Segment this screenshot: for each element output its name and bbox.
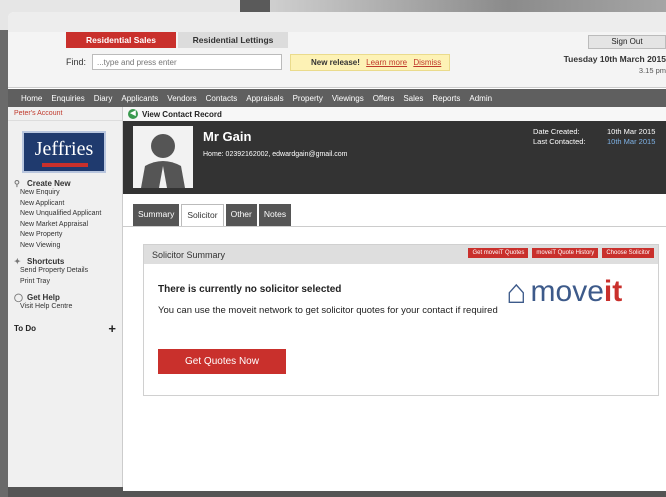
sidebar-link-new-viewing[interactable]: New Viewing <box>8 241 122 252</box>
contacted-label: Last Contacted: <box>533 137 586 146</box>
shortcuts-heading: ✦ Shortcuts <box>8 257 122 266</box>
logo-stripe <box>42 163 88 167</box>
nav-admin[interactable]: Admin <box>469 94 492 103</box>
tab-other[interactable]: Other <box>225 204 257 226</box>
sidebar-link-new-market-appraisal[interactable]: New Market Appraisal <box>8 220 122 231</box>
nav-property[interactable]: Property <box>293 94 323 103</box>
sidebar-link-visit-help-centre[interactable]: Visit Help Centre <box>8 302 122 313</box>
company-logo: Jeffries <box>22 131 106 173</box>
sign-out-button[interactable]: Sign Out <box>588 35 666 49</box>
main-nav: Home Enquiries Diary Applicants Vendors … <box>8 89 666 107</box>
solicitor-panel-header: Solicitor Summary Get moveiT Quotes move… <box>144 245 658 264</box>
tab-solicitor[interactable]: Solicitor <box>181 204 224 226</box>
account-link[interactable]: Peter's Account <box>8 107 122 121</box>
sidebar-link-send-property-details[interactable]: Send Property Details <box>8 266 122 277</box>
moveit-logo-it: it <box>603 275 623 308</box>
created-value: 10th Mar 2015 <box>607 127 656 136</box>
contact-meta: Date Created: 10th Mar 2015 Last Contacte… <box>533 127 663 147</box>
sidebar-link-new-property[interactable]: New Property <box>8 230 122 241</box>
release-title: New release! <box>311 58 360 67</box>
search-input[interactable] <box>92 54 282 70</box>
pin-icon: ✦ <box>14 257 21 266</box>
nav-applicants[interactable]: Applicants <box>121 94 158 103</box>
window-bottom-bar <box>8 491 666 497</box>
tab-residential-lettings[interactable]: Residential Lettings <box>178 32 288 48</box>
tab-residential-sales[interactable]: Residential Sales <box>66 32 176 48</box>
get-quotes-button[interactable]: Get Quotes Now <box>158 349 286 374</box>
solicitor-panel: Solicitor Summary Get moveiT Quotes move… <box>143 244 659 396</box>
top-bar: Residential Sales Residential Lettings F… <box>8 32 666 88</box>
house-icon: ⌂ <box>506 273 527 311</box>
contact-name: Mr Gain <box>203 129 252 144</box>
solicitor-panel-title: Solicitor Summary <box>152 249 226 260</box>
choose-solicitor-button[interactable]: Choose Solicitor <box>602 248 654 258</box>
moveit-quote-history-button[interactable]: moveiT Quote History <box>532 248 599 258</box>
window-strip <box>8 12 666 32</box>
view-contact-header: ◀ View Contact Record <box>123 107 666 121</box>
nav-viewings[interactable]: Viewings <box>332 94 364 103</box>
solicitor-actions: Get moveiT Quotes moveiT Quote History C… <box>464 248 654 258</box>
view-contact-title: View Contact Record <box>142 109 222 119</box>
contact-details: Home: 02392162002, edwardgain@gmail.com <box>203 151 348 158</box>
logo-text: Jeffries <box>34 138 94 160</box>
dismiss-link[interactable]: Dismiss <box>413 58 441 67</box>
sidebar-link-new-applicant[interactable]: New Applicant <box>8 199 122 210</box>
sidebar-link-new-unqualified-applicant[interactable]: New Unqualified Applicant <box>8 209 122 220</box>
current-date: Tuesday 10th March 2015 <box>563 54 666 64</box>
nav-enquiries[interactable]: Enquiries <box>51 94 84 103</box>
nav-diary[interactable]: Diary <box>94 94 113 103</box>
nav-sales[interactable]: Sales <box>403 94 423 103</box>
create-new-label: Create New <box>27 179 71 188</box>
todo-section[interactable]: To Do + <box>8 321 122 336</box>
nav-home[interactable]: Home <box>21 94 42 103</box>
todo-label[interactable]: To Do <box>14 324 36 333</box>
contact-banner: Mr Gain Home: 02392162002, edwardgain@gm… <box>123 121 666 194</box>
tab-summary[interactable]: Summary <box>133 204 180 226</box>
sidebar-link-print-tray[interactable]: Print Tray <box>8 277 122 288</box>
help-icon: ◯ <box>14 293 23 302</box>
current-time: 3.15 pm <box>638 66 666 75</box>
get-help-heading: ◯ Get Help <box>8 293 122 302</box>
nav-offers[interactable]: Offers <box>373 94 395 103</box>
no-solicitor-message: There is currently no solicitor selected <box>158 284 342 295</box>
avatar <box>133 126 193 188</box>
main-content: ◀ View Contact Record Mr Gain Home: 0239… <box>123 107 666 497</box>
tab-notes[interactable]: Notes <box>258 204 292 226</box>
nav-contacts[interactable]: Contacts <box>206 94 238 103</box>
shortcuts-label: Shortcuts <box>27 257 65 266</box>
search-icon: ⚲ <box>14 179 20 188</box>
release-notice: New release! Learn more Dismiss <box>290 54 450 71</box>
get-moveit-quotes-button[interactable]: Get moveiT Quotes <box>468 248 529 258</box>
created-label: Date Created: <box>533 127 580 136</box>
get-help-label: Get Help <box>27 293 60 302</box>
create-new-heading: ⚲ Create New <box>8 179 122 188</box>
back-icon[interactable]: ◀ <box>128 109 138 119</box>
sidebar-link-new-enquiry[interactable]: New Enquiry <box>8 188 122 199</box>
contact-tabs: Summary Solicitor Other Notes <box>123 194 666 227</box>
contacted-value: 10th Mar 2015 <box>607 137 656 146</box>
solicitor-description: You can use the moveit network to get so… <box>158 305 498 316</box>
sidebar: Peter's Account Jeffries ⚲ Create New Ne… <box>8 107 123 497</box>
nav-vendors[interactable]: Vendors <box>167 94 196 103</box>
app-window: Residential Sales Residential Lettings F… <box>8 12 666 497</box>
find-label: Find: <box>66 57 87 67</box>
learn-more-link[interactable]: Learn more <box>366 58 407 67</box>
moveit-logo-move: move <box>530 275 604 308</box>
nav-appraisals[interactable]: Appraisals <box>246 94 283 103</box>
add-todo-icon[interactable]: + <box>108 321 116 336</box>
moveit-logo: ⌂ move it <box>506 275 622 309</box>
nav-reports[interactable]: Reports <box>432 94 460 103</box>
